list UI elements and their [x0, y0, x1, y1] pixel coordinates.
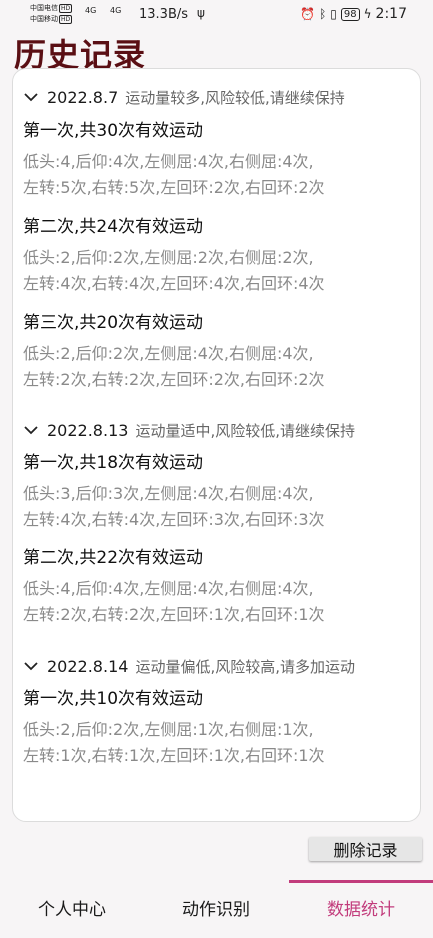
carrier-1: 中国电信: [30, 4, 58, 12]
session-detail: 低头:2,后仰:2次,左侧屈:1次,右侧屈:1次,: [23, 720, 314, 739]
chevron-down-icon[interactable]: [23, 658, 39, 674]
tab-data-statistics[interactable]: 数据统计: [289, 880, 433, 938]
session-title: 第一次,共18次有效运动: [23, 453, 204, 473]
session-detail: 低头:2,后仰:2次,左侧屈:4次,右侧屈:4次,: [23, 344, 314, 363]
carrier-2: 中国移动: [30, 15, 58, 23]
clock-time: 2:17: [375, 6, 407, 22]
group-header[interactable]: 2022.8.14 运动量偏低,风险较高,请多加运动: [23, 652, 355, 680]
alarm-icon: ⏰: [300, 7, 316, 21]
session-detail: 左转:4次,右转:4次,左回环:4次,右回环:4次: [23, 274, 325, 293]
network-speed: 13.3B/s: [139, 7, 189, 22]
session-detail: 低头:2,后仰:2次,左侧屈:2次,右侧屈:2次,: [23, 248, 314, 267]
battery-icon: 98: [340, 7, 360, 21]
session-item: 第三次,共20次有效运动 低头:2,后仰:2次,左侧屈:4次,右侧屈:4次, 左…: [23, 311, 325, 393]
usb-icon: ψ: [197, 6, 205, 20]
session-detail: 左转:4次,右转:4次,左回环:3次,右回环:3次: [23, 510, 325, 529]
group-status: 运动量适中,风险较低,请继续保持: [135, 421, 355, 440]
session-title: 第一次,共10次有效运动: [23, 689, 204, 709]
hd-badge: HD: [59, 4, 73, 13]
group-status: 运动量偏低,风险较高,请多加运动: [135, 657, 355, 676]
bluetooth-icon: ᛒ: [319, 7, 327, 21]
session-item: 第二次,共22次有效运动 低头:4,后仰:4次,左侧屈:4次,右侧屈:4次, 左…: [23, 546, 325, 628]
session-detail: 左转:1次,右转:1次,左回环:1次,右回环:1次: [23, 746, 325, 765]
session-item: 第一次,共18次有效运动 低头:3,后仰:3次,左侧屈:4次,右侧屈:4次, 左…: [23, 451, 325, 533]
group-status: 运动量较多,风险较低,请继续保持: [125, 88, 345, 107]
session-title: 第一次,共30次有效运动: [23, 121, 204, 141]
session-title: 第二次,共24次有效运动: [23, 217, 204, 237]
group-header[interactable]: 2022.8.7 运动量较多,风险较低,请继续保持: [23, 83, 345, 111]
session-detail: 左转:2次,右转:2次,左回环:2次,右回环:2次: [23, 370, 325, 389]
signal-4g-icon: 4G: [85, 6, 97, 15]
signal-4g-icon: 4G: [110, 6, 122, 15]
session-detail: 低头:4,后仰:4次,左侧屈:4次,右侧屈:4次,: [23, 152, 314, 171]
session-title: 第三次,共20次有效运动: [23, 313, 204, 333]
group-header[interactable]: 2022.8.13 运动量适中,风险较低,请继续保持: [23, 416, 355, 444]
history-list[interactable]: 2022.8.7 运动量较多,风险较低,请继续保持 第一次,共30次有效运动 低…: [12, 68, 421, 822]
session-detail: 左转:2次,右转:2次,左回环:1次,右回环:1次: [23, 605, 325, 624]
bottom-tab-bar: 个人中心 动作识别 数据统计: [0, 880, 433, 938]
session-detail: 低头:4,后仰:4次,左侧屈:4次,右侧屈:4次,: [23, 579, 314, 598]
tab-personal-center[interactable]: 个人中心: [0, 880, 144, 938]
charging-icon: ϟ: [363, 7, 372, 21]
session-item: 第二次,共24次有效运动 低头:2,后仰:2次,左侧屈:2次,右侧屈:2次, 左…: [23, 215, 325, 297]
chevron-down-icon[interactable]: [23, 89, 39, 105]
group-date: 2022.8.13: [47, 420, 129, 440]
session-item: 第一次,共30次有效运动 低头:4,后仰:4次,左侧屈:4次,右侧屈:4次, 左…: [23, 119, 325, 201]
delete-records-button[interactable]: 删除记录: [309, 837, 422, 861]
session-title: 第二次,共22次有效运动: [23, 548, 204, 568]
vibrate-icon: ▯: [330, 7, 337, 21]
session-detail: 低头:3,后仰:3次,左侧屈:4次,右侧屈:4次,: [23, 484, 314, 503]
hd-badge: HD: [59, 15, 73, 24]
status-bar: 中国电信 HD 中国移动 HD 4G 4G 13.3B/s ψ ⏰ ᛒ ▯ 98 ϟ…: [0, 0, 433, 30]
group-date: 2022.8.14: [47, 656, 129, 676]
session-detail: 左转:5次,右转:5次,左回环:2次,右回环:2次: [23, 178, 325, 197]
tab-action-recognition[interactable]: 动作识别: [144, 880, 288, 938]
session-item: 第一次,共10次有效运动 低头:2,后仰:2次,左侧屈:1次,右侧屈:1次, 左…: [23, 687, 325, 769]
group-date: 2022.8.7: [47, 87, 119, 107]
chevron-down-icon[interactable]: [23, 422, 39, 438]
carrier-info: 中国电信 HD 中国移动 HD: [30, 3, 73, 25]
